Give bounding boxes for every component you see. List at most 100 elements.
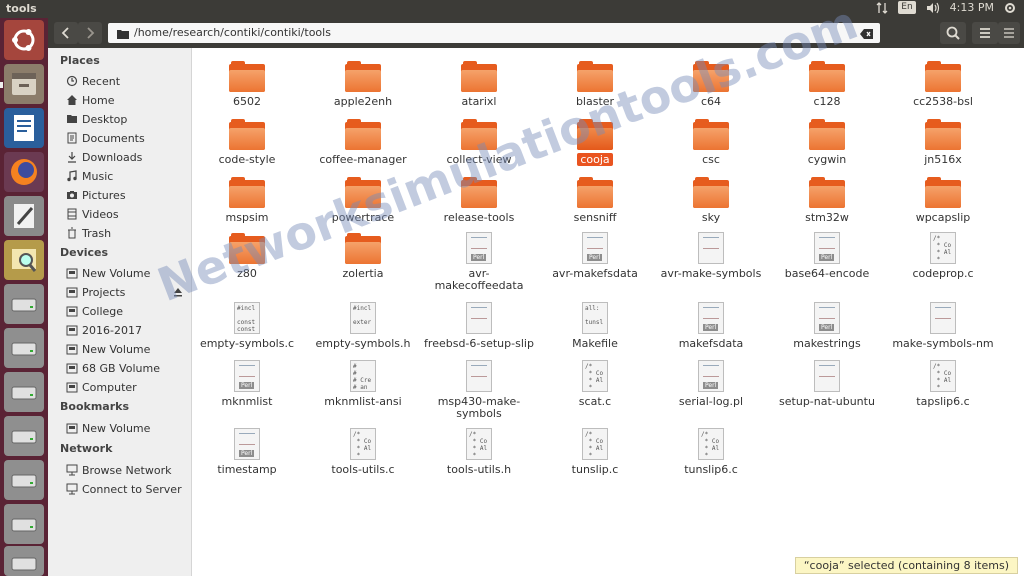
folder-item[interactable]: wpcapslip <box>888 176 998 224</box>
sidebar-item-bookmark[interactable]: New Volume <box>66 420 150 436</box>
file-item[interactable]: all: tunsl Makefile <box>540 302 650 350</box>
file-item[interactable]: /* * Co * Al * scat.c <box>540 360 650 408</box>
folder-item[interactable]: c64 <box>656 60 766 108</box>
folder-item[interactable]: apple2enh <box>308 60 418 108</box>
file-item[interactable]: #incl const const empty-symbols.c <box>192 302 302 350</box>
file-item[interactable]: Perl makefsdata <box>656 302 766 350</box>
location-path[interactable]: /home/research/contiki/contiki/tools <box>134 26 331 39</box>
folder-item[interactable]: blaster <box>540 60 650 108</box>
folder-item[interactable]: powertrace <box>308 176 418 224</box>
sidebar-item-browse-network[interactable]: Browse Network <box>66 462 171 478</box>
file-item[interactable]: /* * Co * Al * codeprop.c <box>888 232 998 280</box>
sidebar-item-videos[interactable]: Videos <box>66 206 119 222</box>
power-gear-icon[interactable] <box>1004 2 1016 14</box>
file-item[interactable]: # # # Cre # an mknmlist-ansi <box>308 360 418 408</box>
file-item[interactable]: avr-make-symbols <box>656 232 766 280</box>
file-item[interactable]: Perl avr- makecoffeedata <box>424 232 534 292</box>
sidebar-item-home[interactable]: Home <box>66 92 114 108</box>
folder-item[interactable]: mspsim <box>192 176 302 224</box>
text-editor-icon[interactable] <box>4 196 44 236</box>
file-item[interactable]: msp430-make- symbols <box>424 360 534 420</box>
sidebar-item-music[interactable]: Music <box>66 168 113 184</box>
sidebar-item-device[interactable]: New Volume <box>66 341 150 357</box>
back-button[interactable] <box>54 22 78 44</box>
volume-icon[interactable] <box>926 2 940 14</box>
file-item[interactable]: make-symbols-nm <box>888 302 998 350</box>
files-app-icon[interactable] <box>4 64 44 104</box>
file-item[interactable]: #incl exter empty-symbols.h <box>308 302 418 350</box>
drive-icon[interactable] <box>4 504 44 544</box>
text-file-icon: #incl exter <box>350 302 376 334</box>
folder-item[interactable]: jn516x <box>888 118 998 166</box>
sidebar-item-documents[interactable]: Documents <box>66 130 145 146</box>
folder-item[interactable]: z80 <box>192 232 302 280</box>
sidebar-item-downloads[interactable]: Downloads <box>66 149 142 165</box>
image-viewer-icon[interactable] <box>4 240 44 280</box>
folder-item[interactable]: csc <box>656 118 766 166</box>
drive-icon[interactable] <box>4 416 44 456</box>
item-label: wpcapslip <box>915 211 971 224</box>
folder-item[interactable]: c128 <box>772 60 882 108</box>
folder-item[interactable]: cc2538-bsl <box>888 60 998 108</box>
folder-item[interactable]: zolertia <box>308 232 418 280</box>
folder-item[interactable]: coffee-manager <box>308 118 418 166</box>
window-menu-button[interactable] <box>998 22 1020 44</box>
search-button[interactable] <box>940 22 966 44</box>
forward-button[interactable] <box>78 22 102 44</box>
file-item[interactable]: Perl avr-makefsdata <box>540 232 650 280</box>
sidebar-item-desktop[interactable]: Desktop <box>66 111 127 127</box>
file-item[interactable]: Perl mknmlist <box>192 360 302 408</box>
folder-item[interactable]: code-style <box>192 118 302 166</box>
file-item[interactable]: /* * Co * Al * tools-utils.h <box>424 428 534 476</box>
file-item[interactable]: /* * Co * Al * tunslip6.c <box>656 428 766 476</box>
script-file-icon <box>698 232 724 264</box>
ubuntu-dash-icon[interactable] <box>4 20 44 60</box>
sort-arrows-icon[interactable] <box>876 1 888 14</box>
folder-item[interactable]: atarixl <box>424 60 534 108</box>
writer-app-icon[interactable] <box>4 108 44 148</box>
folder-item[interactable]: sensniff <box>540 176 650 224</box>
firefox-icon[interactable] <box>4 152 44 192</box>
clear-location-icon[interactable] <box>860 27 874 47</box>
file-item[interactable]: /* * Co * Al * tunslip.c <box>540 428 650 476</box>
file-item[interactable]: Perl makestrings <box>772 302 882 350</box>
folder-item[interactable]: 6502 <box>192 60 302 108</box>
folder-item[interactable]: sky <box>656 176 766 224</box>
file-item[interactable]: /* * Co * Al * tapslip6.c <box>888 360 998 408</box>
sidebar-item-device[interactable]: Projects <box>66 284 125 300</box>
perl-badge: Perl <box>703 324 719 331</box>
folder-item[interactable]: cooja <box>540 118 650 166</box>
folder-item[interactable]: collect-view <box>424 118 534 166</box>
drive-icon[interactable] <box>4 372 44 412</box>
folder-item[interactable]: cygwin <box>772 118 882 166</box>
folder-icon <box>116 27 130 47</box>
drive-icon[interactable] <box>4 460 44 500</box>
perl-file-icon: Perl <box>582 232 608 264</box>
sidebar-item-recent[interactable]: Recent <box>66 73 120 89</box>
file-item[interactable]: /* * Co * Al * tools-utils.c <box>308 428 418 476</box>
clock[interactable]: 4:13 PM <box>950 1 994 14</box>
file-item[interactable]: Perl timestamp <box>192 428 302 476</box>
sidebar-item-pictures[interactable]: Pictures <box>66 187 126 203</box>
folder-item[interactable]: release-tools <box>424 176 534 224</box>
eject-icon[interactable] <box>172 286 184 301</box>
location-bar[interactable]: /home/research/contiki/contiki/tools <box>108 23 880 43</box>
keyboard-layout-indicator[interactable]: En <box>898 1 916 14</box>
view-menu-button[interactable] <box>972 22 998 44</box>
file-item[interactable]: Perl serial-log.pl <box>656 360 766 408</box>
sidebar-item-connect-server[interactable]: Connect to Server <box>66 481 182 497</box>
sidebar-item-device[interactable]: College <box>66 303 123 319</box>
sidebar-item-computer[interactable]: Computer <box>66 379 137 395</box>
file-item[interactable]: Perl base64-encode <box>772 232 882 280</box>
drive-icon[interactable] <box>4 546 44 576</box>
sidebar-item-device[interactable]: 68 GB Volume <box>66 360 160 376</box>
sidebar-item-device[interactable]: 2016-2017 <box>66 322 142 338</box>
file-item[interactable]: setup-nat-ubuntu <box>772 360 882 408</box>
sidebar-item-trash[interactable]: Trash <box>66 225 111 241</box>
sidebar-item-device[interactable]: New Volume <box>66 265 150 281</box>
file-item[interactable]: freebsd-6-setup-slip <box>424 302 534 350</box>
folder-item[interactable]: stm32w <box>772 176 882 224</box>
drive-icon[interactable] <box>4 284 44 324</box>
drive-icon[interactable] <box>4 328 44 368</box>
item-label: zolertia <box>342 267 384 280</box>
